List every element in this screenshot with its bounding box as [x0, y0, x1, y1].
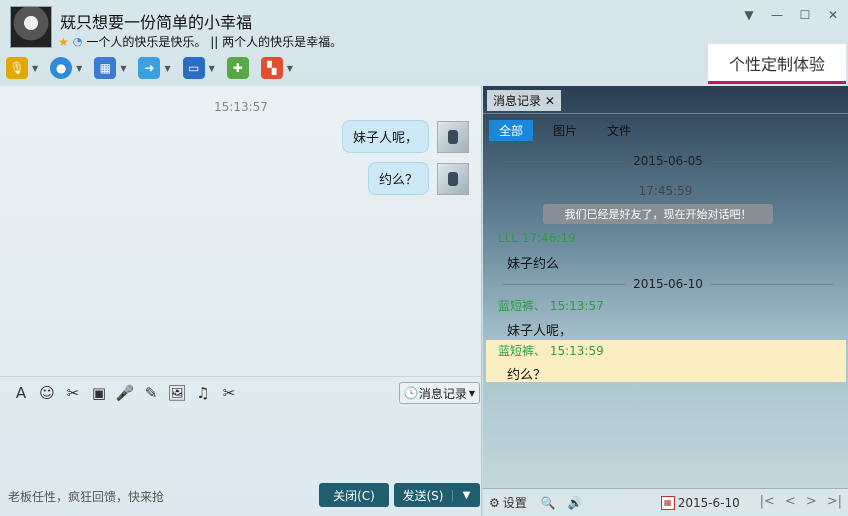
date-label: 2015-06-10	[633, 277, 703, 291]
history-filters: 全部 图片 文件	[489, 120, 641, 141]
chevron-down-icon[interactable]: ▼	[209, 64, 215, 73]
edit-icon[interactable]: ✎	[138, 384, 164, 402]
gear-icon: ⚙	[489, 495, 500, 510]
history-footer: ⚙ 设置 🔍 🔊 ▦ 2015-6-10 |< < > >|	[483, 488, 848, 516]
settings-label: 设置	[502, 496, 527, 510]
chevron-down-icon[interactable]: ▼	[32, 64, 38, 73]
close-button[interactable]: 关闭(C)	[319, 483, 389, 507]
apps-grid-icon: ▚	[260, 57, 283, 79]
self-avatar[interactable]	[437, 162, 469, 195]
date-separator: 2015-06-10	[503, 275, 833, 293]
history-sender: LLL 17:46:19	[498, 231, 576, 245]
contact-name: 兓只想要一份简单的小幸福	[60, 13, 253, 32]
star-icon: ★	[58, 34, 69, 49]
system-message: 我们已经是好友了，现在开始对话吧！	[543, 204, 773, 224]
chevron-down-icon[interactable]: ▼	[164, 64, 170, 73]
chat-pane: 15:13:57 妹子人呢， 约么？ A ☺ ✂ ▣ 🎤 ✎ 🖼 ♫ ✂ 🕓 消…	[0, 86, 482, 516]
send-button[interactable]: 发送(S) ▼	[394, 483, 480, 507]
filter-all[interactable]: 全部	[489, 120, 534, 141]
close-window-button[interactable]: ✕	[826, 8, 840, 22]
send-label[interactable]: 发送(S)	[394, 487, 452, 504]
history-message: 妹子人呢，	[507, 324, 573, 339]
message-bubble[interactable]: 妹子人呢，	[341, 120, 429, 153]
minimize-button[interactable]: —	[770, 8, 784, 22]
signature-text: 一个人的快乐是快乐。 || 两个人的快乐是幸福。	[86, 35, 343, 49]
voice-call-button[interactable]: 🎙 ▼	[6, 57, 38, 79]
history-pane: 消息记录 ✕ 全部 图片 文件 2015-06-05 17:45:59 我们已经…	[483, 86, 848, 516]
history-sender: 蓝短裤、 15:13:59	[498, 344, 604, 358]
chevron-down-icon[interactable]: ▼	[287, 64, 293, 73]
emoji-icon[interactable]: ☺	[34, 384, 60, 402]
menu-dropdown-icon[interactable]: ▼	[742, 8, 756, 22]
filter-files[interactable]: 文件	[597, 120, 641, 141]
history-label: 消息记录	[418, 386, 467, 401]
apps-button[interactable]: ▚ ▼	[260, 57, 293, 79]
history-sender: 蓝短裤、 15:13:57	[498, 299, 604, 313]
first-page-icon[interactable]: |<	[760, 494, 775, 509]
next-page-icon[interactable]: >	[806, 494, 817, 509]
message-timestamp: 15:13:57	[214, 100, 268, 114]
message-row: 妹子人呢，	[341, 120, 469, 153]
chevron-down-icon[interactable]: ▼	[120, 64, 126, 73]
video-call-button[interactable]: ● ▼	[50, 57, 82, 79]
qq-icon: ◔	[72, 35, 83, 48]
search-icon[interactable]: 🔍	[541, 496, 556, 510]
filter-images[interactable]: 图片	[543, 120, 587, 141]
history-message: 约么？	[507, 368, 547, 383]
tab-history-label: 消息记录	[493, 94, 542, 108]
contact-avatar[interactable]	[10, 6, 52, 48]
message-input[interactable]	[0, 408, 482, 478]
promo-text[interactable]: 老板任性，疯狂回馈，快来抢	[8, 488, 164, 505]
date-separator: 2015-06-05	[503, 152, 833, 170]
message-bubble[interactable]: 约么？	[367, 162, 429, 195]
history-message: 妹子约么	[507, 257, 560, 272]
scissors-icon[interactable]: ✂	[216, 384, 242, 402]
chat-window: 兓只想要一份简单的小幸福 ★ ◔ 一个人的快乐是快乐。 || 两个人的快乐是幸福…	[0, 0, 848, 516]
screenshot-icon[interactable]: ▣	[86, 384, 112, 402]
camera-icon: ●	[50, 57, 73, 79]
speaker-icon[interactable]: 🔊	[568, 496, 583, 510]
settings-button[interactable]: ⚙ 设置	[489, 494, 527, 511]
folder-icon: ➜	[138, 57, 161, 79]
clock-icon: 🕓	[403, 386, 419, 400]
font-icon[interactable]: A	[8, 384, 34, 402]
last-page-icon[interactable]: >|	[827, 494, 842, 509]
date-label: 2015-06-05	[633, 154, 703, 168]
history-button[interactable]: 🕓 消息记录 ▼	[398, 382, 480, 404]
chevron-down-icon[interactable]: ▼	[452, 489, 480, 501]
magic-wand-icon[interactable]: ✂	[60, 384, 86, 402]
customize-tab[interactable]: 个性定制体验	[708, 44, 846, 84]
history-tabbar: 消息记录 ✕	[483, 86, 848, 114]
image-icon[interactable]: 🖼	[164, 384, 190, 402]
microphone-icon: 🎙	[6, 57, 28, 79]
title-bar: 兓只想要一份简单的小幸福 ★ ◔ 一个人的快乐是快乐。 || 两个人的快乐是幸福…	[0, 0, 848, 88]
close-icon[interactable]: ✕	[545, 94, 555, 108]
voice-message-icon[interactable]: 🎤	[112, 384, 138, 402]
prev-page-icon[interactable]: <	[785, 494, 796, 509]
monitor-icon: ▭	[182, 57, 205, 79]
self-avatar[interactable]	[437, 120, 469, 153]
window-controls: ▼ — ☐ ✕	[742, 8, 840, 22]
remote-assist-button[interactable]: ▭ ▼	[182, 57, 215, 79]
editor-toolbar: A ☺ ✂ ▣ 🎤 ✎ 🖼 ♫ ✂ 🕓 消息记录 ▼	[0, 376, 482, 408]
file-transfer-button[interactable]: ➜ ▼	[138, 57, 171, 79]
group-chat-button[interactable]: ✚	[226, 57, 249, 79]
history-time: 17:45:59	[638, 184, 693, 198]
date-picker[interactable]: ▦ 2015-6-10	[660, 495, 740, 510]
music-icon[interactable]: ♫	[190, 384, 216, 402]
date-picker-value: 2015-6-10	[677, 495, 740, 510]
history-navigation: |< < > >|	[760, 494, 842, 509]
calendar-icon: ▦	[660, 495, 675, 510]
contact-signature: ★ ◔ 一个人的快乐是快乐。 || 两个人的快乐是幸福。	[58, 33, 342, 50]
chevron-down-icon: ▼	[468, 388, 475, 398]
screen-icon: ▦	[94, 57, 117, 79]
chat-toolbar: 🎙 ▼ ● ▼ ▦ ▼ ➜ ▼ ▭ ▼ ✚ ▚ ▼	[6, 54, 305, 82]
message-row: 约么？	[367, 162, 469, 195]
tab-history[interactable]: 消息记录 ✕	[487, 90, 561, 111]
add-chat-icon: ✚	[226, 57, 249, 79]
maximize-button[interactable]: ☐	[798, 8, 812, 22]
chevron-down-icon[interactable]: ▼	[76, 64, 82, 73]
screen-share-button[interactable]: ▦ ▼	[94, 57, 126, 79]
